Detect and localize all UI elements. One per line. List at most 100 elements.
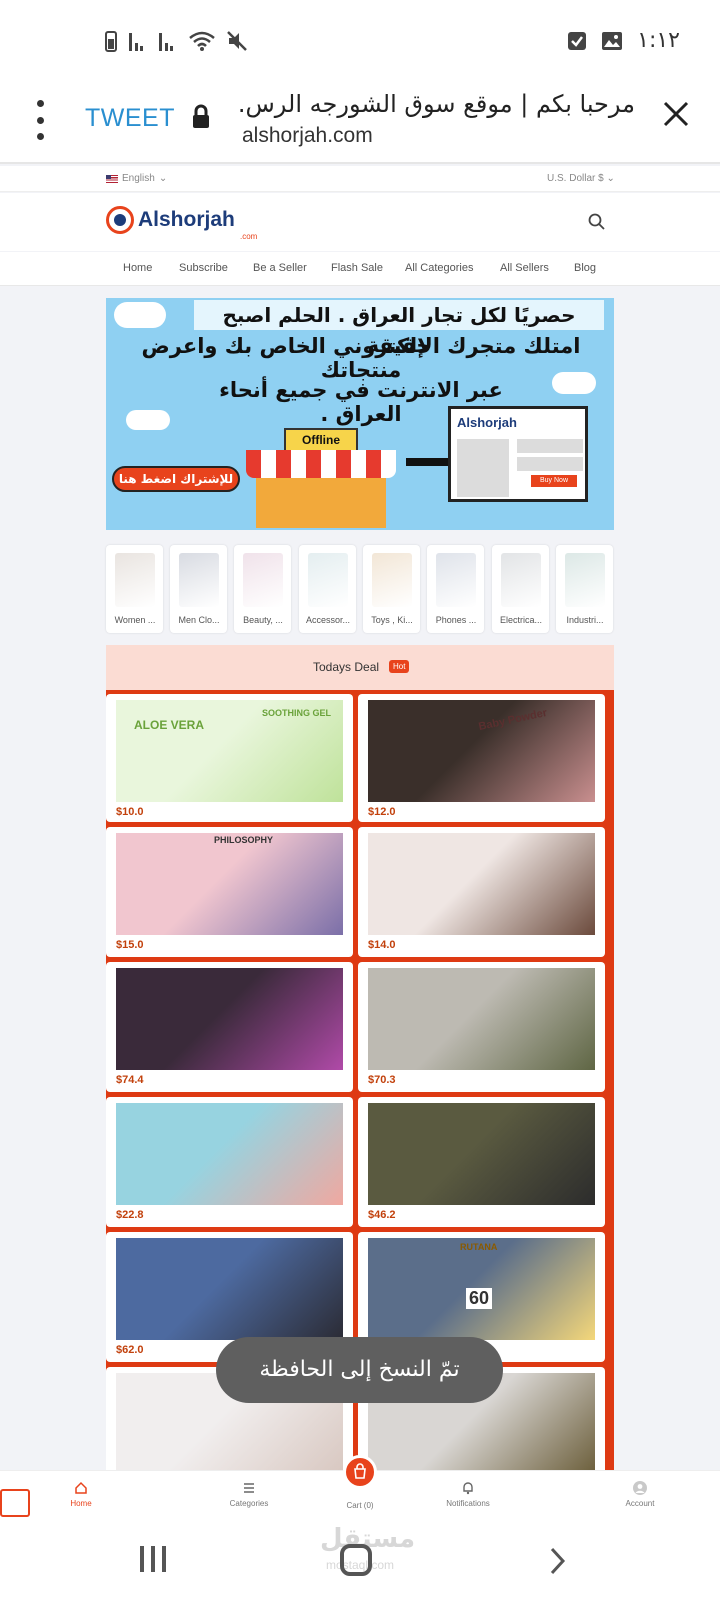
category-card[interactable]: Beauty, ... <box>234 545 291 633</box>
nav-tab-label: Notifications <box>446 1499 490 1508</box>
signal-icon <box>159 33 173 51</box>
product-image: Baby Powder <box>368 700 595 802</box>
product-price: $74.4 <box>116 1074 144 1086</box>
product-image <box>368 1103 595 1205</box>
subscribe-cta-button[interactable]: للإشتراك اضغط هنا <box>112 466 240 492</box>
close-icon[interactable] <box>662 100 690 128</box>
todays-deal-header: Todays Deal Hot <box>106 645 614 690</box>
category-label: Toys , Ki... <box>371 615 413 625</box>
banner-headline: حصريًا لكل تجار العراق . الحلم اصبح حقيق… <box>194 300 604 357</box>
us-flag-icon <box>106 174 118 183</box>
category-image <box>308 553 348 607</box>
category-label: Electrica... <box>499 615 542 625</box>
bell-icon <box>463 1482 473 1495</box>
product-card[interactable]: $46.2 <box>358 1097 605 1227</box>
promo-banner[interactable]: حصريًا لكل تجار العراق . الحلم اصبح حقيق… <box>106 298 614 530</box>
product-price: $46.2 <box>368 1209 396 1221</box>
category-label: Beauty, ... <box>243 615 283 625</box>
product-image <box>116 1238 343 1340</box>
category-card[interactable]: Toys , Ki... <box>363 545 420 633</box>
product-card[interactable]: PHILOSOPHY $15.0 <box>106 827 353 957</box>
nav-subscribe[interactable]: Subscribe <box>179 262 228 274</box>
language-label: English <box>122 173 155 184</box>
nav-all-categories[interactable]: All Categories <box>405 262 473 274</box>
product-price: $62.0 <box>116 1344 144 1356</box>
search-icon[interactable] <box>588 213 606 231</box>
product-price: $12.0 <box>368 806 396 818</box>
site-logo[interactable]: Alshorjah .com <box>106 206 257 241</box>
page-title: مرحبا بكم | موقع سوق الشورجه الرس.. <box>240 90 635 118</box>
page-url[interactable]: alshorjah.com <box>242 124 373 148</box>
nav-tab-label: Home <box>70 1499 92 1508</box>
product-image-caption: Baby Powder <box>477 706 549 734</box>
hot-badge: Hot <box>389 660 410 673</box>
category-label: Industri... <box>566 615 604 625</box>
language-selector[interactable]: English ⌄ <box>106 173 167 184</box>
recents-icon[interactable] <box>140 1546 166 1572</box>
category-label: Accessor... <box>305 615 350 625</box>
nav-tab-home[interactable]: Home <box>36 1481 126 1508</box>
screen-brand: Alshorjah <box>457 415 517 430</box>
nav-be-a-seller[interactable]: Be a Seller <box>253 262 307 274</box>
logo-mark-icon <box>106 206 134 234</box>
nav-tab-account[interactable]: Account <box>595 1481 685 1508</box>
logo-text: Alshorjah <box>138 208 235 231</box>
product-image: ALOE VERA SOOTHING GEL <box>116 700 343 802</box>
chevron-down-icon: ⌄ <box>606 173 615 184</box>
category-card[interactable]: Accessor... <box>299 545 356 633</box>
avatar-icon <box>633 1481 647 1495</box>
chevron-down-icon: ⌄ <box>158 173 168 184</box>
check-icon <box>568 31 587 50</box>
product-image: RUTANA 60 <box>368 1238 595 1340</box>
category-image <box>115 553 155 607</box>
category-card[interactable]: Industri... <box>556 545 613 633</box>
category-image <box>565 553 605 607</box>
product-image <box>368 833 595 935</box>
nav-tab-cart[interactable]: Cart (0) <box>315 1501 405 1510</box>
category-label: Phones ... <box>435 615 477 625</box>
category-card[interactable]: Phones ... <box>427 545 484 633</box>
category-card[interactable]: Women ... <box>106 545 163 633</box>
category-card[interactable]: Electrica... <box>492 545 549 633</box>
category-image <box>501 553 541 607</box>
nav-flash-sale[interactable]: Flash Sale <box>331 262 383 274</box>
product-price: $70.3 <box>368 1074 396 1086</box>
product-card[interactable]: Baby Powder $12.0 <box>358 694 605 822</box>
product-image-caption-2: SOOTHING GEL <box>262 708 332 718</box>
nav-home[interactable]: Home <box>123 262 152 274</box>
currency-selector[interactable]: U.S. Dollar $ ⌄ <box>547 173 615 184</box>
nav-tab-notifications[interactable]: Notifications <box>423 1481 513 1508</box>
home-button-icon[interactable] <box>340 1544 372 1576</box>
image-icon <box>602 31 623 50</box>
app-bottom-nav: Home Categories Cart (0) Notifications A… <box>0 1455 720 1524</box>
site-header: Alshorjah .com <box>0 193 720 251</box>
mute-icon <box>227 31 247 51</box>
category-label: Women ... <box>114 615 156 625</box>
product-image-caption: RUTANA <box>460 1242 498 1252</box>
browser-bar: TWEET مرحبا بكم | موقع سوق الشورجه الرس.… <box>0 76 720 164</box>
category-card[interactable]: Men Clo... <box>170 545 227 633</box>
product-card[interactable]: $74.4 <box>106 962 353 1092</box>
product-card[interactable]: ALOE VERA SOOTHING GEL $10.0 <box>106 694 353 822</box>
more-vert-icon[interactable] <box>28 100 52 140</box>
product-image <box>368 968 595 1070</box>
nav-tab-categories[interactable]: Categories <box>204 1481 294 1508</box>
product-card[interactable]: $22.8 <box>106 1097 353 1227</box>
nav-tab-label: Cart (0) <box>346 1501 374 1510</box>
site-top-strip: English ⌄ U.S. Dollar $ ⌄ <box>0 166 720 192</box>
shop-sign: Offline <box>284 428 358 452</box>
back-icon[interactable] <box>548 1546 568 1576</box>
logo-subtext: .com <box>240 232 258 241</box>
product-image-caption-2: 60 <box>466 1288 493 1309</box>
list-icon <box>244 1483 254 1493</box>
home-icon <box>75 1481 87 1494</box>
product-price: $15.0 <box>116 939 144 951</box>
category-label: Men Clo... <box>178 615 220 625</box>
cart-button[interactable] <box>343 1455 377 1489</box>
tweet-button[interactable]: TWEET <box>85 104 175 133</box>
product-card[interactable]: $14.0 <box>358 827 605 957</box>
category-image <box>243 553 283 607</box>
nav-blog[interactable]: Blog <box>574 262 596 274</box>
nav-all-sellers[interactable]: All Sellers <box>500 262 549 274</box>
product-card[interactable]: $70.3 <box>358 962 605 1092</box>
